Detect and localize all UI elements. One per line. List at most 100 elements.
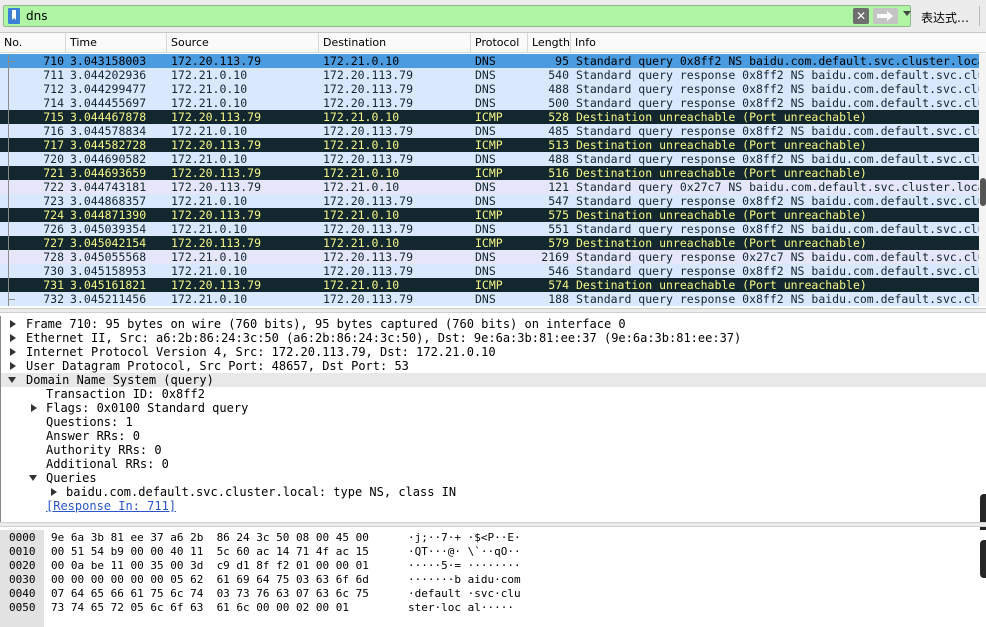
bytes-ascii[interactable]: ·QT···@· \`··qO·· [408, 545, 521, 559]
response-in-link[interactable]: [Response In: 711] [46, 499, 176, 513]
packet-cell-time: 3.045039354 [70, 222, 147, 236]
column-header-protocol[interactable]: Protocol [471, 33, 528, 53]
packet-cell-dst: 172.20.113.79 [323, 82, 414, 96]
packet-cell-len: 121 [548, 180, 569, 194]
packet-row[interactable]: 722 3.044743181 172.20.113.79 172.21.0.10 DN… [0, 180, 986, 194]
bookmark-icon[interactable] [8, 8, 20, 24]
packet-row[interactable]: 721 3.044693659 172.20.113.79 172.21.0.10 IC… [0, 166, 986, 180]
conversation-line [8, 236, 9, 250]
bytes-hex[interactable]: 07 64 65 66 61 75 6c 74 03 73 76 63 07 6… [51, 587, 369, 601]
scrollbar-thumb[interactable] [980, 178, 986, 206]
clear-filter-icon[interactable]: ✕ [853, 8, 869, 24]
packet-row[interactable]: 731 3.045161821 172.20.113.79 172.21.0.10 IC… [0, 278, 986, 292]
packet-cell-proto: ICMP [475, 236, 503, 250]
tree-item-flags[interactable]: Flags: 0x0100 Standard query [46, 401, 248, 415]
bytes-ascii[interactable]: ·j;··7·+ ·$<P··E· [408, 531, 521, 545]
packet-cell-time: 3.043158003 [70, 54, 147, 68]
bytes-ascii[interactable]: ·······b aidu·com [408, 573, 521, 587]
tree-item-transaction-id[interactable]: Transaction ID: 0x8ff2 [46, 387, 205, 401]
packet-cell-len: 2169 [541, 250, 569, 264]
packet-cell-src: 172.21.0.10 [171, 222, 248, 236]
side-dock-tab[interactable] [980, 540, 986, 578]
packet-list[interactable]: 710 3.043158003 172.20.113.79 172.21.0.10 DN… [0, 54, 986, 306]
packet-row[interactable]: 717 3.044582728 172.20.113.79 172.21.0.10 IC… [0, 138, 986, 152]
bytes-hex[interactable]: 00 0a be 11 00 35 00 3d c9 d1 8f f2 01 0… [51, 559, 369, 573]
packet-row[interactable]: 712 3.044299477 172.21.0.10 172.20.113.79 DN… [0, 82, 986, 96]
packet-row[interactable]: 730 3.045158953 172.21.0.10 172.20.113.79 DN… [0, 264, 986, 278]
packet-row[interactable]: 710 3.043158003 172.20.113.79 172.21.0.10 DN… [0, 54, 986, 68]
tree-item-dns[interactable]: Domain Name System (query) [26, 373, 214, 387]
packet-cell-dst: 172.20.113.79 [323, 152, 414, 166]
chevron-down-icon[interactable] [903, 11, 911, 16]
packet-row[interactable]: 728 3.045055568 172.21.0.10 172.20.113.79 DN… [0, 250, 986, 264]
collapse-arrow-icon[interactable] [8, 377, 16, 383]
packet-row[interactable]: 720 3.044690582 172.21.0.10 172.20.113.79 DN… [0, 152, 986, 166]
expand-arrow-icon[interactable] [10, 348, 16, 356]
column-header-no[interactable]: No. [0, 33, 66, 53]
packet-cell-proto: DNS [475, 124, 496, 138]
column-header-time[interactable]: Time [66, 33, 167, 53]
packet-row[interactable]: 716 3.044578834 172.21.0.10 172.20.113.79 DN… [0, 124, 986, 138]
packet-cell-len: 551 [548, 222, 569, 236]
tree-item-additional-rrs[interactable]: Additional RRs: 0 [46, 457, 169, 471]
packet-cell-src: 172.20.113.79 [171, 110, 262, 124]
packet-cell-time: 3.044871390 [70, 208, 147, 222]
packet-row[interactable]: 732 3.045211456 172.21.0.10 172.20.113.79 DN… [0, 292, 986, 306]
packet-cell-src: 172.20.113.79 [171, 54, 262, 68]
packet-cell-len: 485 [548, 124, 569, 138]
conversation-line [8, 68, 9, 82]
packet-cell-len: 574 [548, 278, 569, 292]
bytes-hex[interactable]: 73 74 65 72 05 6c 6f 63 61 6c 00 00 02 0… [51, 601, 349, 615]
packet-cell-info: Standard query 0x27c7 NS baidu.com.defau… [576, 180, 986, 194]
column-header-source[interactable]: Source [167, 33, 319, 53]
tree-item-ip[interactable]: Internet Protocol Version 4, Src: 172.20… [26, 345, 496, 359]
packet-cell-proto: DNS [475, 292, 496, 306]
tree-item-udp[interactable]: User Datagram Protocol, Src Port: 48657,… [26, 359, 409, 373]
packet-cell-time: 3.045211456 [70, 292, 147, 306]
tree-item-queries[interactable]: Queries [46, 471, 97, 485]
column-header-length[interactable]: Length [528, 33, 571, 53]
bytes-ascii[interactable]: ·····5·= ········ [408, 559, 521, 573]
packet-cell-dst: 172.20.113.79 [323, 68, 414, 82]
packet-row[interactable]: 711 3.044202936 172.21.0.10 172.20.113.79 DN… [0, 68, 986, 82]
packet-row[interactable]: 723 3.044868357 172.21.0.10 172.20.113.79 DN… [0, 194, 986, 208]
tree-item-frame[interactable]: Frame 710: 95 bytes on wire (760 bits), … [26, 317, 626, 331]
expand-arrow-icon[interactable] [31, 404, 37, 412]
pane-splitter-top[interactable] [0, 308, 986, 313]
filter-input[interactable] [26, 7, 846, 25]
collapse-arrow-icon[interactable] [29, 475, 37, 481]
bytes-hex[interactable]: 00 00 00 00 00 00 05 62 61 69 64 75 03 6… [51, 573, 369, 587]
packet-cell-proto: ICMP [475, 110, 503, 124]
expand-arrow-icon[interactable] [10, 362, 16, 370]
packet-cell-info: Standard query response 0x8ff2 NS baidu.… [576, 194, 986, 208]
packet-cell-dst: 172.21.0.10 [323, 180, 400, 194]
apply-filter-icon[interactable] [873, 8, 898, 24]
bytes-ascii[interactable]: ster·loc al····· [408, 601, 514, 615]
packet-row[interactable]: 724 3.044871390 172.20.113.79 172.21.0.10 IC… [0, 208, 986, 222]
pane-splitter-bottom[interactable] [0, 522, 986, 527]
bytes-hex[interactable]: 9e 6a 3b 81 ee 37 a6 2b 86 24 3c 50 08 0… [51, 531, 369, 545]
bytes-offset: 0020 [9, 559, 36, 572]
bytes-ascii[interactable]: ·default ·svc·clu [408, 587, 521, 601]
expand-arrow-icon[interactable] [10, 334, 16, 342]
tree-item-authority-rrs[interactable]: Authority RRs: 0 [46, 443, 162, 457]
packet-row[interactable]: 715 3.044467878 172.20.113.79 172.21.0.10 IC… [0, 110, 986, 124]
display-filter-box[interactable]: ✕ [3, 5, 911, 27]
tree-item-query[interactable]: baidu.com.default.svc.cluster.local: typ… [66, 485, 456, 499]
tree-item-answer-rrs[interactable]: Answer RRs: 0 [46, 429, 140, 443]
packet-row[interactable]: 727 3.045042154 172.20.113.79 172.21.0.10 IC… [0, 236, 986, 250]
column-header-destination[interactable]: Destination [319, 33, 471, 53]
expand-arrow-icon[interactable] [51, 488, 57, 496]
conversation-line [8, 208, 9, 222]
packet-cell-dst: 172.20.113.79 [323, 194, 414, 208]
column-header-info[interactable]: Info [571, 33, 986, 53]
tree-item-ethernet[interactable]: Ethernet II, Src: a6:2b:86:24:3c:50 (a6:… [26, 331, 741, 345]
packet-cell-time: 3.044868357 [70, 194, 147, 208]
tree-item-questions[interactable]: Questions: 1 [46, 415, 133, 429]
expression-button[interactable]: 表达式… [921, 9, 969, 26]
packet-row[interactable]: 726 3.045039354 172.21.0.10 172.20.113.79 DN… [0, 222, 986, 236]
bytes-hex[interactable]: 00 51 54 b9 00 00 40 11 5c 60 ac 14 71 4… [51, 545, 369, 559]
packet-row[interactable]: 714 3.044455697 172.21.0.10 172.20.113.79 DN… [0, 96, 986, 110]
packet-cell-src: 172.20.113.79 [171, 180, 262, 194]
expand-arrow-icon[interactable] [10, 320, 16, 328]
